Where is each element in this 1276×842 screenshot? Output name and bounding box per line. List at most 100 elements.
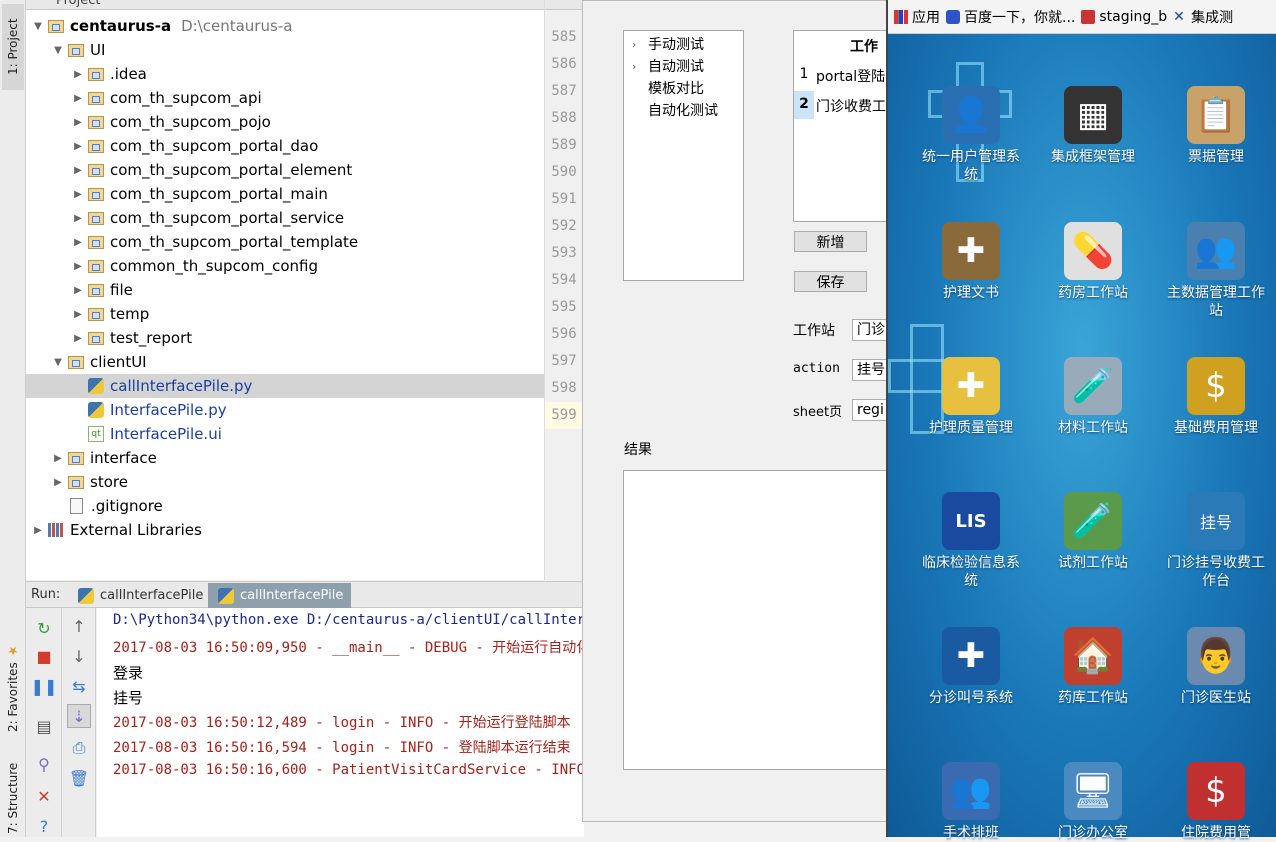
add-button[interactable]: 新增 (794, 231, 867, 252)
tree-node[interactable]: ▼ centaurus-a D:\centaurus-a (26, 14, 544, 38)
expand-down-icon[interactable]: ▼ (50, 357, 66, 368)
grid-row-number[interactable]: 2 (794, 96, 814, 112)
tree-node[interactable]: ▶ temp (26, 302, 544, 326)
down-arrow-icon[interactable]: ↓ (67, 644, 91, 668)
tree-node[interactable]: ▼ UI (26, 38, 544, 62)
app-tile[interactable]: 💊 药房工作站 (1038, 222, 1148, 302)
tree-node[interactable]: ▶ interface (26, 446, 544, 470)
app-tile[interactable]: ✚ 护理质量管理 (916, 357, 1026, 437)
expand-right-icon[interactable]: ▶ (70, 93, 86, 104)
run-tab-bar: Run: callInterfacePile callInterfacePile (26, 581, 584, 608)
expand-right-icon[interactable]: ▶ (50, 453, 66, 464)
tree-node[interactable]: ▶ .idea (26, 62, 544, 86)
pin-icon[interactable]: ⚲ (32, 752, 56, 776)
tree-node[interactable]: ▼ clientUI (26, 350, 544, 374)
tree-node[interactable]: ▶ com_th_supcom_pojo (26, 110, 544, 134)
run-console[interactable]: D:\Python34\python.exe D:/centaurus-a/cl… (97, 608, 584, 837)
bookmark-integration[interactable]: ✕ 集成测 (1173, 7, 1233, 27)
tree-node[interactable]: callInterfacePile.py (26, 374, 544, 398)
tree-node[interactable]: qt InterfacePile.ui (26, 422, 544, 446)
expand-right-icon[interactable]: ▶ (30, 525, 46, 536)
save-button[interactable]: 保存 (794, 271, 867, 292)
tree-node[interactable]: ▶ test_report (26, 326, 544, 350)
print-icon[interactable]: ⎙ (67, 736, 91, 760)
tree-node[interactable]: ▶ com_th_supcom_portal_template (26, 230, 544, 254)
test-tree-item[interactable]: › 手动测试 (632, 34, 704, 54)
grid-cell[interactable]: 门诊收费工 (816, 96, 886, 116)
app-tile[interactable]: $ 基础费用管理 (1161, 357, 1271, 437)
expand-right-icon[interactable]: ▶ (70, 141, 86, 152)
tree-node[interactable]: ▶ com_th_supcom_portal_main (26, 182, 544, 206)
expand-right-icon[interactable]: ▶ (70, 117, 86, 128)
tree-node[interactable]: ▶ file (26, 278, 544, 302)
chevron-right-icon[interactable]: › (632, 38, 648, 51)
app-tile[interactable]: ▦ 集成框架管理 (1038, 86, 1148, 166)
tree-node[interactable]: ▶ External Libraries (26, 518, 544, 542)
bookmark-baidu[interactable]: 百度一下，你就... (946, 7, 1075, 27)
app-tile[interactable]: 🏠 药库工作站 (1038, 627, 1148, 707)
pause-icon[interactable]: ❚❚ (31, 674, 58, 698)
tree-node[interactable]: ▶ com_th_supcom_api (26, 86, 544, 110)
app-tile-label: 临床检验信息系统 (922, 555, 1020, 589)
app-tile[interactable]: 👨 门诊医生站 (1161, 627, 1271, 707)
run-tab-2[interactable]: callInterfacePile (208, 583, 352, 608)
expand-right-icon[interactable]: ▶ (70, 237, 86, 248)
grid-cell[interactable]: portal登陆 (816, 66, 885, 86)
layout-icon[interactable]: ▤ (32, 714, 56, 738)
trash-icon[interactable]: 🗑 (67, 766, 91, 790)
expand-right-icon[interactable]: ▶ (50, 477, 66, 488)
structure-tool-tab[interactable]: 7: Structure (2, 760, 24, 837)
close-icon[interactable]: ✕ (32, 784, 56, 808)
triage-icon: ✚ (942, 627, 1000, 685)
app-tile[interactable]: 👥 手术排班 (916, 762, 1026, 842)
result-textarea[interactable] (623, 470, 889, 770)
app-tile[interactable]: 🧪 材料工作站 (1038, 357, 1148, 437)
app-tile[interactable]: 🖥 门诊办公室 (1038, 762, 1148, 842)
tree-node[interactable]: .gitignore (26, 494, 544, 518)
expand-right-icon[interactable]: ▶ (70, 333, 86, 344)
tree-node[interactable]: ▶ common_th_supcom_config (26, 254, 544, 278)
up-arrow-icon[interactable]: ↑ (67, 614, 91, 638)
tree-node[interactable]: InterfacePile.py (26, 398, 544, 422)
expand-right-icon[interactable]: ▶ (70, 261, 86, 272)
soft-wrap-icon[interactable]: ⇆ (67, 674, 91, 698)
app-tile[interactable]: LIS 临床检验信息系统 (916, 492, 1026, 590)
stop-icon[interactable]: ■ (32, 644, 56, 668)
test-category-tree[interactable]: › 手动测试 › 自动测试 模板对比 自动化测试 (623, 30, 744, 281)
expand-down-icon[interactable]: ▼ (30, 21, 46, 32)
tree-node[interactable]: ▶ com_th_supcom_portal_element (26, 158, 544, 182)
expand-right-icon[interactable]: ▶ (70, 69, 86, 80)
app-tile[interactable]: 📋 票据管理 (1161, 86, 1271, 166)
rerun-icon[interactable]: ↻ (32, 616, 56, 640)
app-tile[interactable]: ✚ 护理文书 (916, 222, 1026, 302)
bookmark-apps[interactable]: 应用 (894, 7, 940, 27)
expand-right-icon[interactable]: ▶ (70, 165, 86, 176)
grid-row-number[interactable]: 1 (794, 66, 814, 82)
project-tool-tab[interactable]: 1: Project (2, 4, 24, 90)
run-tab-1[interactable]: callInterfacePile (68, 583, 211, 608)
app-tile[interactable]: ✚ 分诊叫号系统 (916, 627, 1026, 707)
app-tile[interactable]: 挂号 门诊挂号收费工作台 (1161, 492, 1271, 590)
expand-right-icon[interactable]: ▶ (70, 213, 86, 224)
test-tree-item[interactable]: 自动化测试 (632, 100, 718, 120)
chevron-right-icon[interactable]: › (632, 60, 648, 73)
tree-node[interactable]: ▶ store (26, 470, 544, 494)
app-tile[interactable]: 🧪 试剂工作站 (1038, 492, 1148, 572)
tree-node[interactable]: ▶ com_th_supcom_portal_dao (26, 134, 544, 158)
tree-node[interactable]: ▶ com_th_supcom_portal_service (26, 206, 544, 230)
help-icon[interactable]: ? (32, 814, 56, 838)
workflow-grid[interactable]: 工作 1 portal登陆 2 门诊收费工 (793, 30, 887, 222)
app-tile[interactable]: $ 住院费用管 (1161, 762, 1271, 842)
tree-node-label: temp (110, 305, 150, 323)
test-tree-item[interactable]: 模板对比 (632, 78, 704, 98)
app-tile[interactable]: 👤 统一用户管理系统 (916, 86, 1026, 184)
expand-right-icon[interactable]: ▶ (70, 189, 86, 200)
favorites-tool-tab[interactable]: 2: Favorites ★ (2, 640, 24, 736)
expand-right-icon[interactable]: ▶ (70, 309, 86, 320)
bookmark-staging[interactable]: staging_b (1081, 9, 1167, 25)
app-tile[interactable]: 👥 主数据管理工作站 (1161, 222, 1271, 320)
expand-down-icon[interactable]: ▼ (50, 45, 66, 56)
expand-right-icon[interactable]: ▶ (70, 285, 86, 296)
test-tree-item[interactable]: › 自动测试 (632, 56, 704, 76)
scroll-to-end-icon[interactable]: ⇣ (67, 704, 91, 728)
